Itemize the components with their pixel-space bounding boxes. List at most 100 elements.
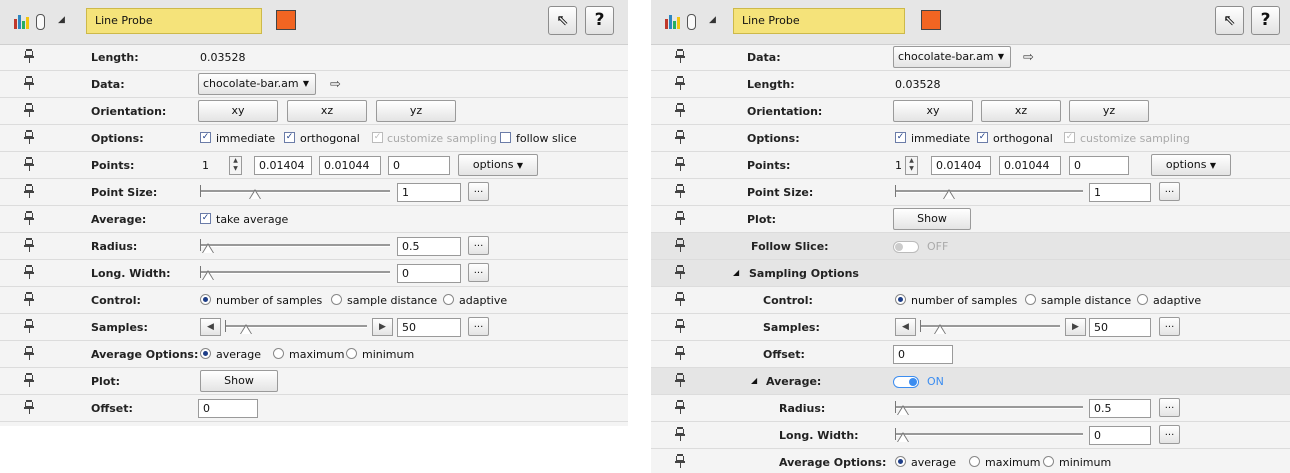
average-toggle[interactable] [893, 376, 919, 388]
pin-icon[interactable] [675, 346, 685, 360]
samples-slider[interactable] [225, 319, 367, 335]
slider-thumb[interactable] [239, 324, 252, 334]
maximum-radio[interactable] [273, 348, 284, 359]
orientation-yz-button[interactable]: yz [376, 100, 456, 122]
take-average-checkbox[interactable]: ✓ [200, 213, 211, 224]
long-width-slider[interactable] [200, 265, 390, 281]
radius-field[interactable]: 0.5 [397, 237, 461, 256]
pin-icon[interactable] [24, 400, 34, 414]
slider-thumb[interactable] [897, 405, 909, 415]
samples-decrement-button[interactable]: ◀ [200, 318, 221, 336]
point-z-field[interactable]: 0 [1069, 156, 1129, 175]
radius-field[interactable]: 0.5 [1089, 399, 1151, 418]
pin-icon[interactable] [675, 373, 685, 387]
point-index[interactable]: 1 [202, 159, 209, 172]
average-radio[interactable] [200, 348, 211, 359]
pin-icon[interactable] [675, 184, 685, 198]
samples-field[interactable]: 50 [1089, 318, 1151, 337]
pin-icon[interactable] [24, 130, 34, 144]
offset-field[interactable]: 0 [198, 399, 258, 418]
pin-icon[interactable] [675, 265, 685, 279]
orientation-xy-button[interactable]: xy [893, 100, 973, 122]
immediate-checkbox[interactable]: ✓ [895, 132, 906, 143]
collapse-caret-icon[interactable]: ◢ [733, 268, 739, 277]
pin-icon[interactable] [24, 211, 34, 225]
long-width-field[interactable]: 0 [397, 264, 461, 283]
goto-arrow-icon[interactable]: ⇨ [1023, 50, 1034, 65]
samples-more-button[interactable]: ... [1159, 317, 1180, 336]
average-radio[interactable] [895, 456, 906, 467]
module-color-swatch[interactable] [921, 10, 941, 30]
module-color-swatch[interactable] [276, 10, 296, 30]
pin-icon[interactable] [675, 130, 685, 144]
customize-sampling-checkbox[interactable]: ✓ [372, 132, 383, 143]
point-x-field[interactable]: 0.01404 [931, 156, 991, 175]
radius-slider[interactable] [895, 400, 1083, 416]
plot-show-button[interactable]: Show [200, 370, 278, 392]
point-y-field[interactable]: 0.01044 [319, 156, 381, 175]
help-button[interactable]: ? [585, 6, 614, 35]
pin-icon[interactable] [24, 265, 34, 279]
points-options-dropdown[interactable]: options ▼ [1151, 154, 1231, 176]
pin-icon[interactable] [24, 373, 34, 387]
number-of-samples-radio[interactable] [200, 294, 211, 305]
pin-icon[interactable] [24, 319, 34, 333]
clip-icon[interactable] [36, 14, 45, 30]
pin-icon[interactable] [24, 346, 34, 360]
group-sampling-options[interactable]: ◢ Sampling Options [651, 260, 1290, 287]
data-dropdown[interactable]: chocolate-bar.am ▼ [198, 73, 316, 95]
pointer-button[interactable]: ⇖ [548, 6, 577, 35]
minimum-radio[interactable] [346, 348, 357, 359]
samples-decrement-button[interactable]: ◀ [895, 318, 916, 336]
long-width-slider[interactable] [895, 427, 1083, 443]
samples-increment-button[interactable]: ▶ [1065, 318, 1086, 336]
collapse-caret-icon[interactable]: ◢ [709, 15, 716, 25]
module-title-field[interactable]: Line Probe [733, 8, 905, 34]
customize-sampling-checkbox[interactable]: ✓ [1064, 132, 1075, 143]
collapse-caret-icon[interactable]: ◢ [751, 376, 757, 385]
point-index[interactable]: 1 [895, 159, 902, 172]
orientation-xy-button[interactable]: xy [198, 100, 278, 122]
orientation-xz-button[interactable]: xz [981, 100, 1061, 122]
point-size-more-button[interactable]: ... [468, 182, 489, 201]
pin-icon[interactable] [675, 157, 685, 171]
slider-thumb[interactable] [897, 432, 909, 442]
module-title-field[interactable]: Line Probe [86, 8, 262, 34]
long-width-field[interactable]: 0 [1089, 426, 1151, 445]
pointer-button[interactable]: ⇖ [1215, 6, 1244, 35]
pin-icon[interactable] [24, 238, 34, 252]
pin-icon[interactable] [24, 157, 34, 171]
number-of-samples-radio[interactable] [895, 294, 906, 305]
pin-icon[interactable] [675, 76, 685, 90]
point-size-more-button[interactable]: ... [1159, 182, 1180, 201]
pin-icon[interactable] [24, 49, 34, 63]
pin-icon[interactable] [675, 427, 685, 441]
long-width-more-button[interactable]: ... [1159, 425, 1180, 444]
help-button[interactable]: ? [1251, 6, 1280, 35]
pin-icon[interactable] [675, 49, 685, 63]
group-average[interactable]: ◢ Average: ON [651, 368, 1290, 395]
point-z-field[interactable]: 0 [388, 156, 450, 175]
point-index-spinner[interactable]: ▲ ▼ [905, 156, 918, 175]
goto-arrow-icon[interactable]: ⇨ [330, 77, 341, 92]
samples-field[interactable]: 50 [397, 318, 461, 337]
radius-more-button[interactable]: ... [468, 236, 489, 255]
data-dropdown[interactable]: chocolate-bar.am ▼ [893, 46, 1011, 68]
immediate-checkbox[interactable]: ✓ [200, 132, 211, 143]
pin-icon[interactable] [24, 76, 34, 90]
pin-icon[interactable] [675, 400, 685, 414]
plot-show-button[interactable]: Show [893, 208, 971, 230]
maximum-radio[interactable] [969, 456, 980, 467]
adaptive-radio[interactable] [1137, 294, 1148, 305]
point-size-field[interactable]: 1 [397, 183, 461, 202]
samples-increment-button[interactable]: ▶ [372, 318, 393, 336]
clip-icon[interactable] [687, 14, 696, 30]
offset-field[interactable]: 0 [893, 345, 953, 364]
point-size-field[interactable]: 1 [1089, 183, 1151, 202]
adaptive-radio[interactable] [443, 294, 454, 305]
points-options-dropdown[interactable]: options ▼ [458, 154, 538, 176]
collapse-caret-icon[interactable]: ◢ [58, 15, 65, 25]
pin-icon[interactable] [675, 103, 685, 117]
pin-icon[interactable] [24, 103, 34, 117]
sample-distance-radio[interactable] [331, 294, 342, 305]
